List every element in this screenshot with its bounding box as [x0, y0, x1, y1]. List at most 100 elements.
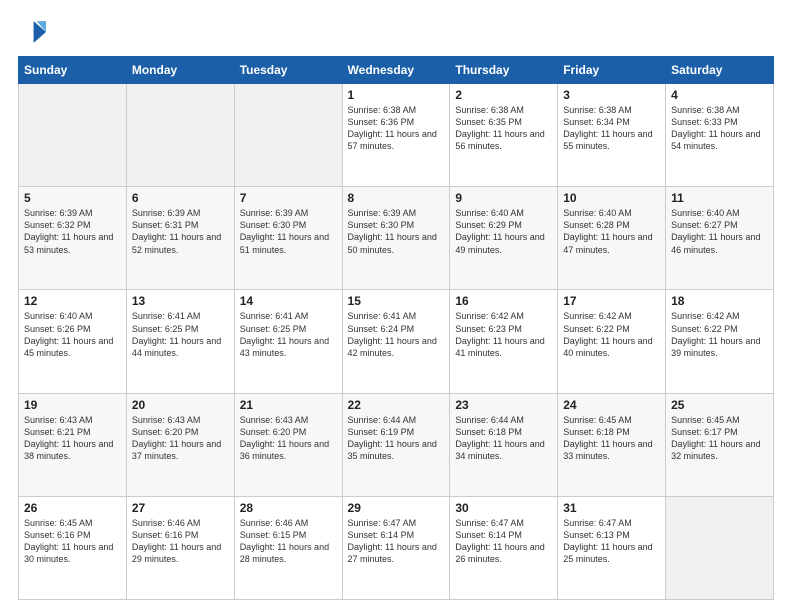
day-number: 14: [240, 294, 337, 308]
day-number: 12: [24, 294, 121, 308]
calendar-cell: [19, 84, 127, 187]
calendar-cell: 11 Sunrise: 6:40 AMSunset: 6:27 PMDayligh…: [666, 187, 774, 290]
calendar-cell: 30 Sunrise: 6:47 AMSunset: 6:14 PMDayligh…: [450, 496, 558, 599]
calendar-cell: 8 Sunrise: 6:39 AMSunset: 6:30 PMDaylight…: [342, 187, 450, 290]
day-number: 7: [240, 191, 337, 205]
calendar-cell: 28 Sunrise: 6:46 AMSunset: 6:15 PMDayligh…: [234, 496, 342, 599]
calendar-cell: 26 Sunrise: 6:45 AMSunset: 6:16 PMDayligh…: [19, 496, 127, 599]
calendar-cell: 14 Sunrise: 6:41 AMSunset: 6:25 PMDayligh…: [234, 290, 342, 393]
day-number: 30: [455, 501, 552, 515]
day-info: Sunrise: 6:39 AMSunset: 6:31 PMDaylight:…: [132, 207, 229, 256]
day-info: Sunrise: 6:43 AMSunset: 6:21 PMDaylight:…: [24, 414, 121, 463]
calendar-cell: 20 Sunrise: 6:43 AMSunset: 6:20 PMDayligh…: [126, 393, 234, 496]
day-number: 31: [563, 501, 660, 515]
day-number: 18: [671, 294, 768, 308]
day-info: Sunrise: 6:44 AMSunset: 6:19 PMDaylight:…: [348, 414, 445, 463]
week-row-2: 5 Sunrise: 6:39 AMSunset: 6:32 PMDaylight…: [19, 187, 774, 290]
day-info: Sunrise: 6:40 AMSunset: 6:27 PMDaylight:…: [671, 207, 768, 256]
day-number: 20: [132, 398, 229, 412]
calendar-cell: 9 Sunrise: 6:40 AMSunset: 6:29 PMDaylight…: [450, 187, 558, 290]
day-info: Sunrise: 6:38 AMSunset: 6:36 PMDaylight:…: [348, 104, 445, 153]
col-header-friday: Friday: [558, 57, 666, 84]
calendar-cell: 10Sunrise: 6:40 AMSunset: 6:28 PMDayligh…: [558, 187, 666, 290]
day-number: 8: [348, 191, 445, 205]
day-info: Sunrise: 6:47 AMSunset: 6:13 PMDaylight:…: [563, 517, 660, 566]
day-number: 3: [563, 88, 660, 102]
day-number: 27: [132, 501, 229, 515]
logo-icon: [18, 18, 46, 46]
col-header-tuesday: Tuesday: [234, 57, 342, 84]
day-number: 23: [455, 398, 552, 412]
day-info: Sunrise: 6:38 AMSunset: 6:33 PMDaylight:…: [671, 104, 768, 153]
day-info: Sunrise: 6:40 AMSunset: 6:28 PMDaylight:…: [563, 207, 660, 256]
calendar-cell: 4 Sunrise: 6:38 AMSunset: 6:33 PMDaylight…: [666, 84, 774, 187]
day-number: 5: [24, 191, 121, 205]
calendar-table: SundayMondayTuesdayWednesdayThursdayFrid…: [18, 56, 774, 600]
day-info: Sunrise: 6:47 AMSunset: 6:14 PMDaylight:…: [348, 517, 445, 566]
day-info: Sunrise: 6:43 AMSunset: 6:20 PMDaylight:…: [132, 414, 229, 463]
day-info: Sunrise: 6:39 AMSunset: 6:30 PMDaylight:…: [348, 207, 445, 256]
calendar-cell: 17Sunrise: 6:42 AMSunset: 6:22 PMDayligh…: [558, 290, 666, 393]
day-number: 1: [348, 88, 445, 102]
week-row-3: 12 Sunrise: 6:40 AMSunset: 6:26 PMDayligh…: [19, 290, 774, 393]
day-number: 25: [671, 398, 768, 412]
header: [18, 18, 774, 46]
calendar-cell: 21Sunrise: 6:43 AMSunset: 6:20 PMDayligh…: [234, 393, 342, 496]
day-info: Sunrise: 6:42 AMSunset: 6:22 PMDaylight:…: [671, 310, 768, 359]
calendar-cell: 3 Sunrise: 6:38 AMSunset: 6:34 PMDaylight…: [558, 84, 666, 187]
col-header-sunday: Sunday: [19, 57, 127, 84]
week-row-4: 19 Sunrise: 6:43 AMSunset: 6:21 PMDayligh…: [19, 393, 774, 496]
day-info: Sunrise: 6:40 AMSunset: 6:29 PMDaylight:…: [455, 207, 552, 256]
day-info: Sunrise: 6:42 AMSunset: 6:23 PMDaylight:…: [455, 310, 552, 359]
day-info: Sunrise: 6:38 AMSunset: 6:35 PMDaylight:…: [455, 104, 552, 153]
calendar-cell: 23Sunrise: 6:44 AMSunset: 6:18 PMDayligh…: [450, 393, 558, 496]
calendar-cell: 2Sunrise: 6:38 AMSunset: 6:35 PMDaylight…: [450, 84, 558, 187]
calendar-cell: 31 Sunrise: 6:47 AMSunset: 6:13 PMDayligh…: [558, 496, 666, 599]
day-number: 28: [240, 501, 337, 515]
calendar-cell: [234, 84, 342, 187]
day-info: Sunrise: 6:41 AMSunset: 6:24 PMDaylight:…: [348, 310, 445, 359]
calendar-cell: 19 Sunrise: 6:43 AMSunset: 6:21 PMDayligh…: [19, 393, 127, 496]
day-info: Sunrise: 6:39 AMSunset: 6:32 PMDaylight:…: [24, 207, 121, 256]
day-info: Sunrise: 6:40 AMSunset: 6:26 PMDaylight:…: [24, 310, 121, 359]
col-header-wednesday: Wednesday: [342, 57, 450, 84]
col-header-monday: Monday: [126, 57, 234, 84]
day-info: Sunrise: 6:45 AMSunset: 6:17 PMDaylight:…: [671, 414, 768, 463]
calendar-cell: 6 Sunrise: 6:39 AMSunset: 6:31 PMDaylight…: [126, 187, 234, 290]
calendar-cell: 25 Sunrise: 6:45 AMSunset: 6:17 PMDayligh…: [666, 393, 774, 496]
day-info: Sunrise: 6:45 AMSunset: 6:18 PMDaylight:…: [563, 414, 660, 463]
day-number: 15: [348, 294, 445, 308]
day-number: 16: [455, 294, 552, 308]
calendar-cell: 12 Sunrise: 6:40 AMSunset: 6:26 PMDayligh…: [19, 290, 127, 393]
day-info: Sunrise: 6:46 AMSunset: 6:16 PMDaylight:…: [132, 517, 229, 566]
day-number: 4: [671, 88, 768, 102]
week-row-5: 26 Sunrise: 6:45 AMSunset: 6:16 PMDayligh…: [19, 496, 774, 599]
calendar-cell: 29Sunrise: 6:47 AMSunset: 6:14 PMDayligh…: [342, 496, 450, 599]
day-info: Sunrise: 6:41 AMSunset: 6:25 PMDaylight:…: [240, 310, 337, 359]
calendar-cell: 13Sunrise: 6:41 AMSunset: 6:25 PMDayligh…: [126, 290, 234, 393]
day-number: 26: [24, 501, 121, 515]
day-info: Sunrise: 6:41 AMSunset: 6:25 PMDaylight:…: [132, 310, 229, 359]
day-info: Sunrise: 6:38 AMSunset: 6:34 PMDaylight:…: [563, 104, 660, 153]
calendar-cell: 18 Sunrise: 6:42 AMSunset: 6:22 PMDayligh…: [666, 290, 774, 393]
day-number: 6: [132, 191, 229, 205]
day-number: 19: [24, 398, 121, 412]
day-info: Sunrise: 6:45 AMSunset: 6:16 PMDaylight:…: [24, 517, 121, 566]
calendar-cell: 16 Sunrise: 6:42 AMSunset: 6:23 PMDayligh…: [450, 290, 558, 393]
calendar-cell: 22 Sunrise: 6:44 AMSunset: 6:19 PMDayligh…: [342, 393, 450, 496]
calendar-cell: 5 Sunrise: 6:39 AMSunset: 6:32 PMDaylight…: [19, 187, 127, 290]
day-number: 22: [348, 398, 445, 412]
day-info: Sunrise: 6:47 AMSunset: 6:14 PMDaylight:…: [455, 517, 552, 566]
col-header-saturday: Saturday: [666, 57, 774, 84]
day-info: Sunrise: 6:46 AMSunset: 6:15 PMDaylight:…: [240, 517, 337, 566]
page: SundayMondayTuesdayWednesdayThursdayFrid…: [0, 0, 792, 612]
day-number: 9: [455, 191, 552, 205]
day-number: 11: [671, 191, 768, 205]
logo: [18, 18, 50, 46]
day-info: Sunrise: 6:43 AMSunset: 6:20 PMDaylight:…: [240, 414, 337, 463]
calendar-cell: 1 Sunrise: 6:38 AMSunset: 6:36 PMDaylight…: [342, 84, 450, 187]
week-row-1: 1 Sunrise: 6:38 AMSunset: 6:36 PMDaylight…: [19, 84, 774, 187]
calendar-cell: 15 Sunrise: 6:41 AMSunset: 6:24 PMDayligh…: [342, 290, 450, 393]
calendar-cell: [126, 84, 234, 187]
calendar-cell: 27 Sunrise: 6:46 AMSunset: 6:16 PMDayligh…: [126, 496, 234, 599]
